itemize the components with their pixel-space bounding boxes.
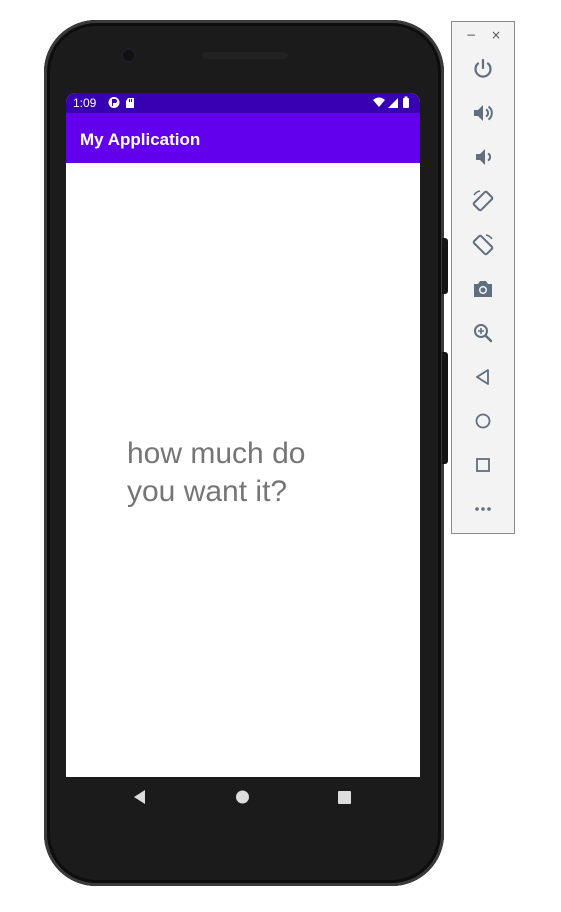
main-text: how much do you want it?: [127, 437, 306, 508]
volume-down-icon[interactable]: [471, 145, 495, 169]
front-camera: [123, 50, 134, 61]
back-icon[interactable]: [471, 365, 495, 389]
earpiece-speaker: [202, 52, 288, 59]
nav-home-icon[interactable]: [235, 789, 250, 805]
app-title: My Application: [80, 130, 201, 149]
minimize-button[interactable]: −: [466, 28, 476, 42]
volume-up-icon[interactable]: [471, 101, 495, 125]
system-navigation-bar: [66, 777, 420, 821]
device-screen: 1:09 My Application how much do you want…: [66, 93, 420, 777]
overview-icon[interactable]: [471, 453, 495, 477]
status-system-icons: [372, 96, 412, 112]
rotate-right-icon[interactable]: [471, 233, 495, 257]
home-icon[interactable]: [471, 409, 495, 433]
status-bar: 1:09: [66, 93, 420, 113]
rotate-left-icon[interactable]: [471, 189, 495, 213]
more-icon[interactable]: [471, 497, 495, 521]
emulator-toolbar: − ×: [451, 21, 515, 534]
camera-icon[interactable]: [471, 277, 495, 301]
wifi-icon: [373, 97, 385, 107]
zoom-icon[interactable]: [471, 321, 495, 345]
volume-side-button[interactable]: [442, 238, 448, 294]
power-icon[interactable]: [471, 57, 495, 81]
status-notification-icons: [108, 96, 138, 112]
nav-back-icon[interactable]: [132, 789, 146, 805]
nav-overview-icon[interactable]: [337, 789, 352, 805]
app-bar: My Application: [66, 113, 420, 163]
close-button[interactable]: ×: [491, 28, 501, 42]
battery-icon: [403, 98, 409, 108]
signal-icon: [388, 98, 398, 108]
status-time: 1:09: [73, 96, 97, 110]
power-side-button[interactable]: [442, 352, 448, 464]
